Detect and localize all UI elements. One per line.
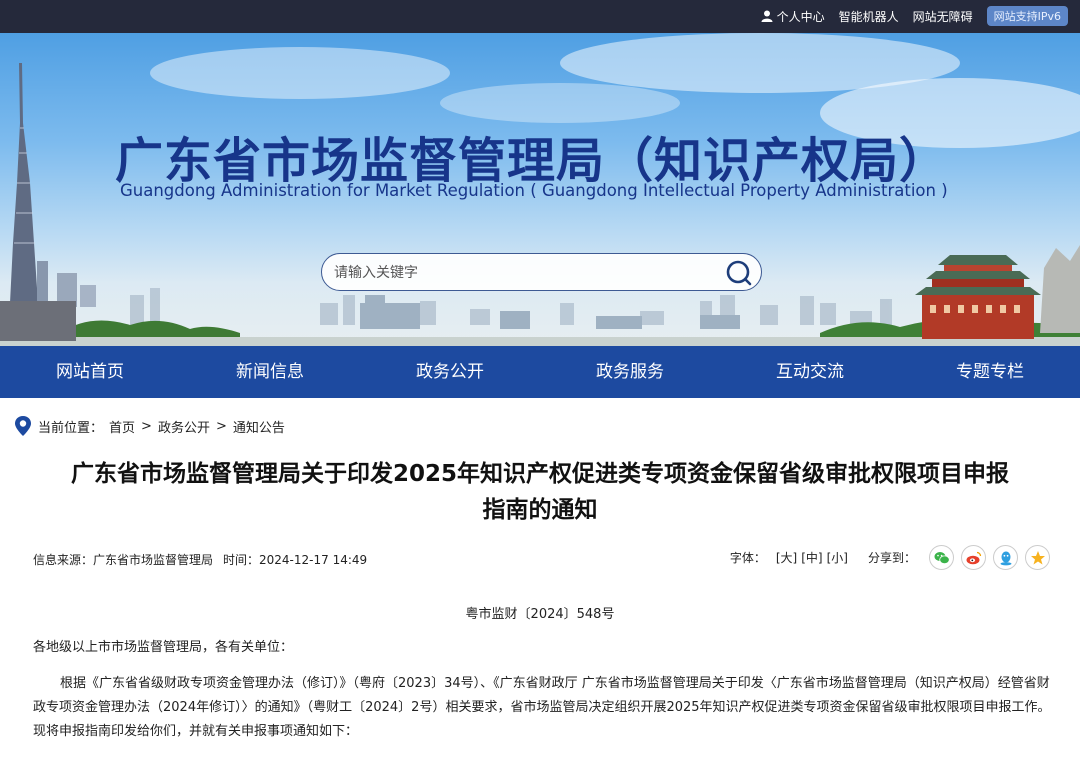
- top-links: 个人中心 智能机器人 网站无障碍 网站支持IPv6: [761, 6, 1068, 26]
- article-source: 信息来源：广东省市场监督管理局: [33, 553, 214, 567]
- article-body-paragraph: 根据《广东省省级财政专项资金管理办法（修订）》（粤府〔2023〕34号）、《广东…: [33, 676, 1051, 739]
- qzone-icon: [1030, 550, 1045, 564]
- nav-item-gov-services[interactable]: 政务服务: [540, 346, 720, 398]
- article-tools: 字体： [大] [中] [小] 分享到：: [730, 545, 1050, 570]
- breadcrumb-prefix: 当前位置：: [38, 420, 104, 436]
- share-weibo-button[interactable]: [961, 545, 986, 570]
- article-meta: 信息来源：广东省市场监督管理局 时间：2024-12-17 14:49: [33, 551, 367, 568]
- document-number: 粤市监财〔2024〕548号: [465, 607, 615, 622]
- breadcrumb-home[interactable]: 首页: [109, 417, 135, 436]
- nav-item-gov-affairs-open[interactable]: 政务公开: [360, 346, 540, 398]
- font-size-small[interactable]: [小]: [827, 549, 848, 566]
- breadcrumb-separator: >: [141, 418, 152, 434]
- robot-link[interactable]: 智能机器人: [839, 8, 899, 25]
- article-title-line1: 广东省市场监督管理局关于印发2025年知识产权促进类专项资金保留省级审批权限项目…: [70, 461, 1009, 487]
- breadcrumb-notices[interactable]: 通知公告: [233, 417, 285, 436]
- breadcrumb-gov-affairs-open[interactable]: 政务公开: [158, 417, 210, 436]
- weibo-icon: [966, 551, 981, 564]
- search-input[interactable]: [334, 262, 714, 284]
- personal-center-label: 个人中心: [776, 9, 825, 24]
- top-utility-bar: 个人中心 智能机器人 网站无障碍 网站支持IPv6: [0, 0, 1080, 33]
- search-icon: [726, 260, 752, 286]
- main-nav: 网站首页 新闻信息 政务公开 政务服务 互动交流 专题专栏: [0, 346, 1080, 398]
- share-qq-button[interactable]: [993, 545, 1018, 570]
- search-button[interactable]: [725, 259, 753, 287]
- site-title-english: Guangdong Administration for Market Regu…: [120, 181, 948, 200]
- article-salutation: 各地级以上市市场监督管理局，各有关单位：: [33, 640, 294, 655]
- personal-center-link[interactable]: 个人中心: [761, 8, 825, 25]
- article-title: 广东省市场监督管理局关于印发2025年知识产权促进类专项资金保留省级审批权限项目…: [30, 456, 1050, 528]
- nav-item-news[interactable]: 新闻信息: [180, 346, 360, 398]
- font-size-label: 字体：: [729, 551, 766, 565]
- search-box: [321, 253, 762, 291]
- article-title-line2: 指南的通知: [482, 497, 598, 523]
- article-time: 时间：2024-12-17 14:49: [223, 553, 368, 567]
- nav-item-interaction[interactable]: 互动交流: [720, 346, 900, 398]
- nav-item-home[interactable]: 网站首页: [0, 346, 180, 398]
- font-size-large[interactable]: [大]: [776, 549, 797, 566]
- nav-item-special-topics[interactable]: 专题专栏: [900, 346, 1080, 398]
- share-qzone-button[interactable]: [1025, 545, 1050, 570]
- breadcrumb: 当前位置： 首页 > 政务公开 > 通知公告: [14, 416, 285, 436]
- font-size-medium[interactable]: [中]: [801, 549, 822, 566]
- qq-icon: [1000, 551, 1011, 565]
- share-wechat-button[interactable]: [929, 545, 954, 570]
- breadcrumb-separator: >: [215, 418, 227, 434]
- accessible-link[interactable]: 网站无障碍: [913, 8, 973, 25]
- share-label: 分享到：: [867, 551, 916, 565]
- site-banner: 广东省市场监督管理局（知识产权局） Guangdong Administrati…: [0, 33, 1080, 346]
- user-icon: [761, 10, 773, 22]
- ipv6-badge: 网站支持IPv6: [986, 6, 1068, 26]
- location-pin-icon: [15, 416, 31, 436]
- wechat-icon: [934, 551, 950, 564]
